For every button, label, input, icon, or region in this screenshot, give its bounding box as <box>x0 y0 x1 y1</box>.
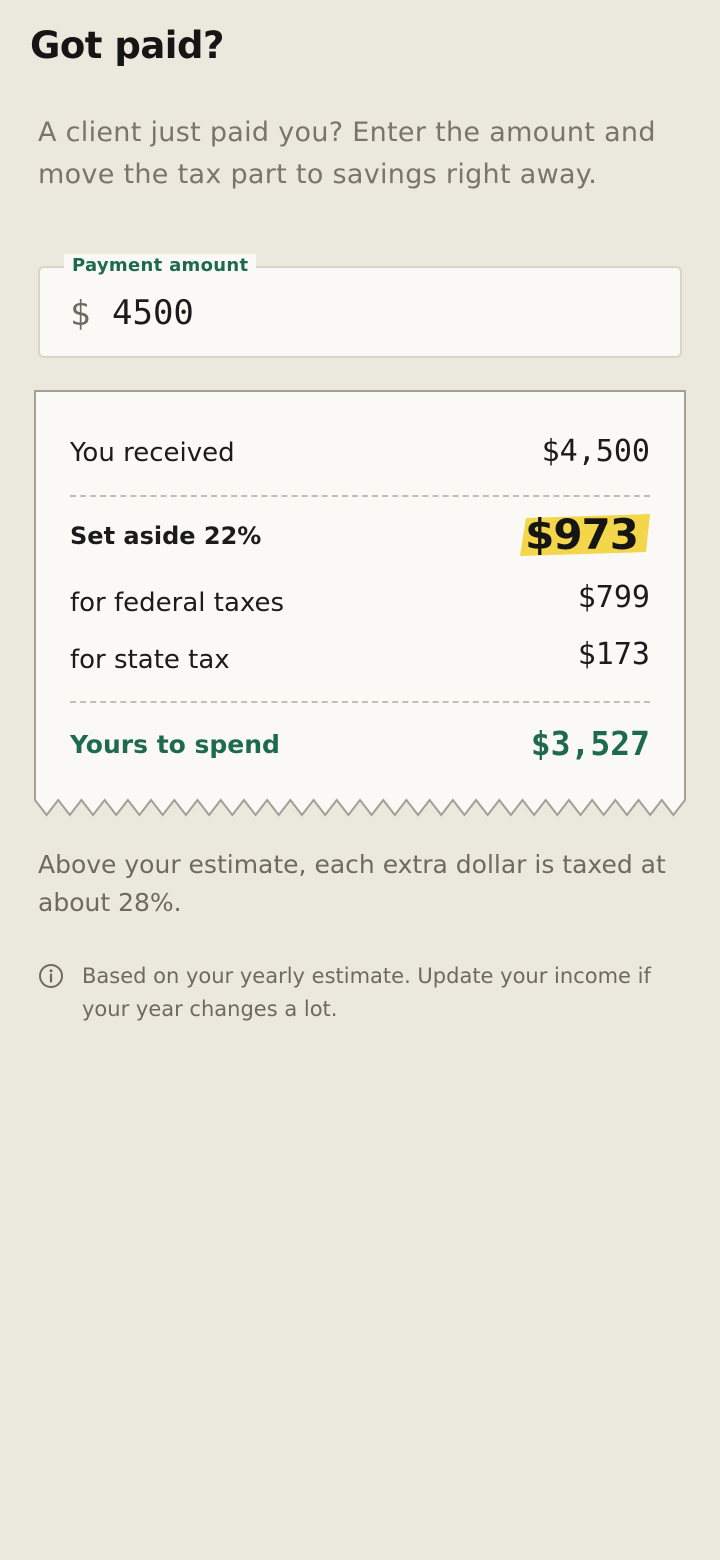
set-aside-highlight: $973 <box>520 510 650 560</box>
page-title: Got paid? <box>30 24 224 67</box>
set-aside-label: Set aside 22% <box>70 522 262 550</box>
federal-row: for federal taxes $799 <box>70 580 650 624</box>
marginal-rate-note: Above your estimate, each extra dollar i… <box>38 850 666 917</box>
received-row: You received $4,500 <box>70 434 650 474</box>
info-icon <box>39 964 63 988</box>
set-aside-value: $973 <box>525 510 639 559</box>
info-text: Based on your yearly estimate. Update yo… <box>82 964 651 1021</box>
state-row: for state tax $173 <box>70 637 650 681</box>
state-value: $173 <box>577 637 650 672</box>
payment-amount-input[interactable] <box>112 290 632 336</box>
spend-value: $3,527 <box>530 724 650 763</box>
intro-text: A client just paid you? Enter the amount… <box>38 117 656 190</box>
federal-label: for federal taxes <box>70 588 285 618</box>
spend-row: Yours to spend $3,527 <box>70 724 650 770</box>
currency-prefix: $ <box>70 294 91 334</box>
state-label: for state tax <box>70 645 230 675</box>
set-aside-row: Set aside 22% $973 <box>70 510 650 566</box>
payment-amount-field[interactable]: Payment amount $ <box>38 254 682 358</box>
received-value: $4,500 <box>541 434 650 469</box>
receipt-divider <box>70 495 650 497</box>
spend-label: Yours to spend <box>70 730 280 759</box>
received-label: You received <box>70 438 235 468</box>
tax-receipt: You received $4,500 Set aside 22% $973 f… <box>34 390 686 820</box>
receipt-divider <box>70 701 650 703</box>
federal-value: $799 <box>577 580 650 615</box>
payment-amount-label: Payment amount <box>64 254 257 278</box>
